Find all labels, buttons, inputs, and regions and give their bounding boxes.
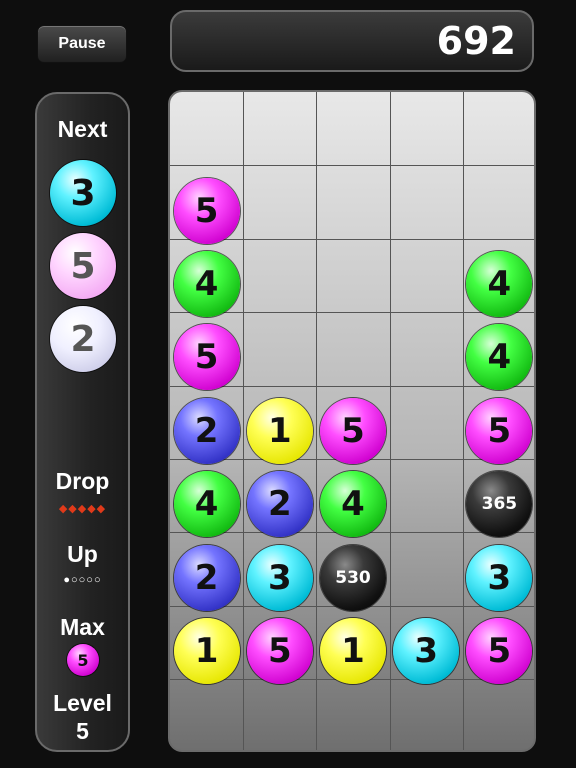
board-ball: 5 xyxy=(320,397,386,464)
grid-line xyxy=(462,92,464,750)
score-value: 692 xyxy=(436,19,516,63)
grid-line xyxy=(389,92,391,750)
next-label: Next xyxy=(57,116,108,142)
board-ball: 5 xyxy=(246,617,313,684)
pause-button[interactable]: Pause xyxy=(37,25,127,63)
board-ball: 5 xyxy=(466,617,533,684)
board-ball: 2 xyxy=(173,544,240,611)
next-ball-1: 3 xyxy=(50,160,116,226)
board-ball: 4 xyxy=(173,471,240,538)
board-ball: 5 xyxy=(173,324,240,391)
next-ball-3: 2 xyxy=(50,306,116,372)
board-ball: 5 xyxy=(466,397,533,464)
side-panel: Next 3 5 2 Drop ◆◆◆◆◆ Up ●○○○○ Max 5 Lev… xyxy=(35,92,130,752)
board-ball: 5 xyxy=(173,177,240,244)
board-ball: 365 xyxy=(466,471,533,538)
board-ball: 4 xyxy=(466,250,533,317)
board-ball: 1 xyxy=(246,397,313,464)
board-ball: 2 xyxy=(246,471,313,538)
drop-label: Drop xyxy=(55,468,110,494)
board-ball: 3 xyxy=(466,544,533,611)
grid-line xyxy=(170,238,534,240)
board-ball: 4 xyxy=(173,250,240,317)
board-ball: 3 xyxy=(246,544,313,611)
board-ball: 2 xyxy=(173,397,240,464)
level-label: Level xyxy=(53,690,112,716)
grid-line xyxy=(170,312,534,314)
score-display: 692 xyxy=(170,10,534,72)
drop-indicator: ◆◆◆◆◆ xyxy=(58,503,107,515)
grid-line xyxy=(170,385,534,387)
max-label: Max xyxy=(60,614,105,640)
board-ball: 530 xyxy=(320,544,386,611)
game-board[interactable]: 5 4 4 5 4 2 1 5 5 4 2 4 365 2 3 530 3 1 5 1 3 5 xyxy=(168,90,536,752)
grid-line xyxy=(316,92,318,750)
max-ball: 5 xyxy=(67,644,99,676)
grid-line xyxy=(243,92,245,750)
next-ball-2: 5 xyxy=(50,233,116,299)
up-indicator: ●○○○○ xyxy=(63,574,102,586)
board-ball: 4 xyxy=(320,471,386,538)
up-label: Up xyxy=(67,541,98,567)
grid-line xyxy=(170,165,534,167)
board-ball: 4 xyxy=(466,324,533,391)
board-ball: 1 xyxy=(320,617,386,684)
board-ball: 3 xyxy=(393,617,460,684)
board-ball: 1 xyxy=(173,617,240,684)
level-value: 5 xyxy=(76,718,89,744)
